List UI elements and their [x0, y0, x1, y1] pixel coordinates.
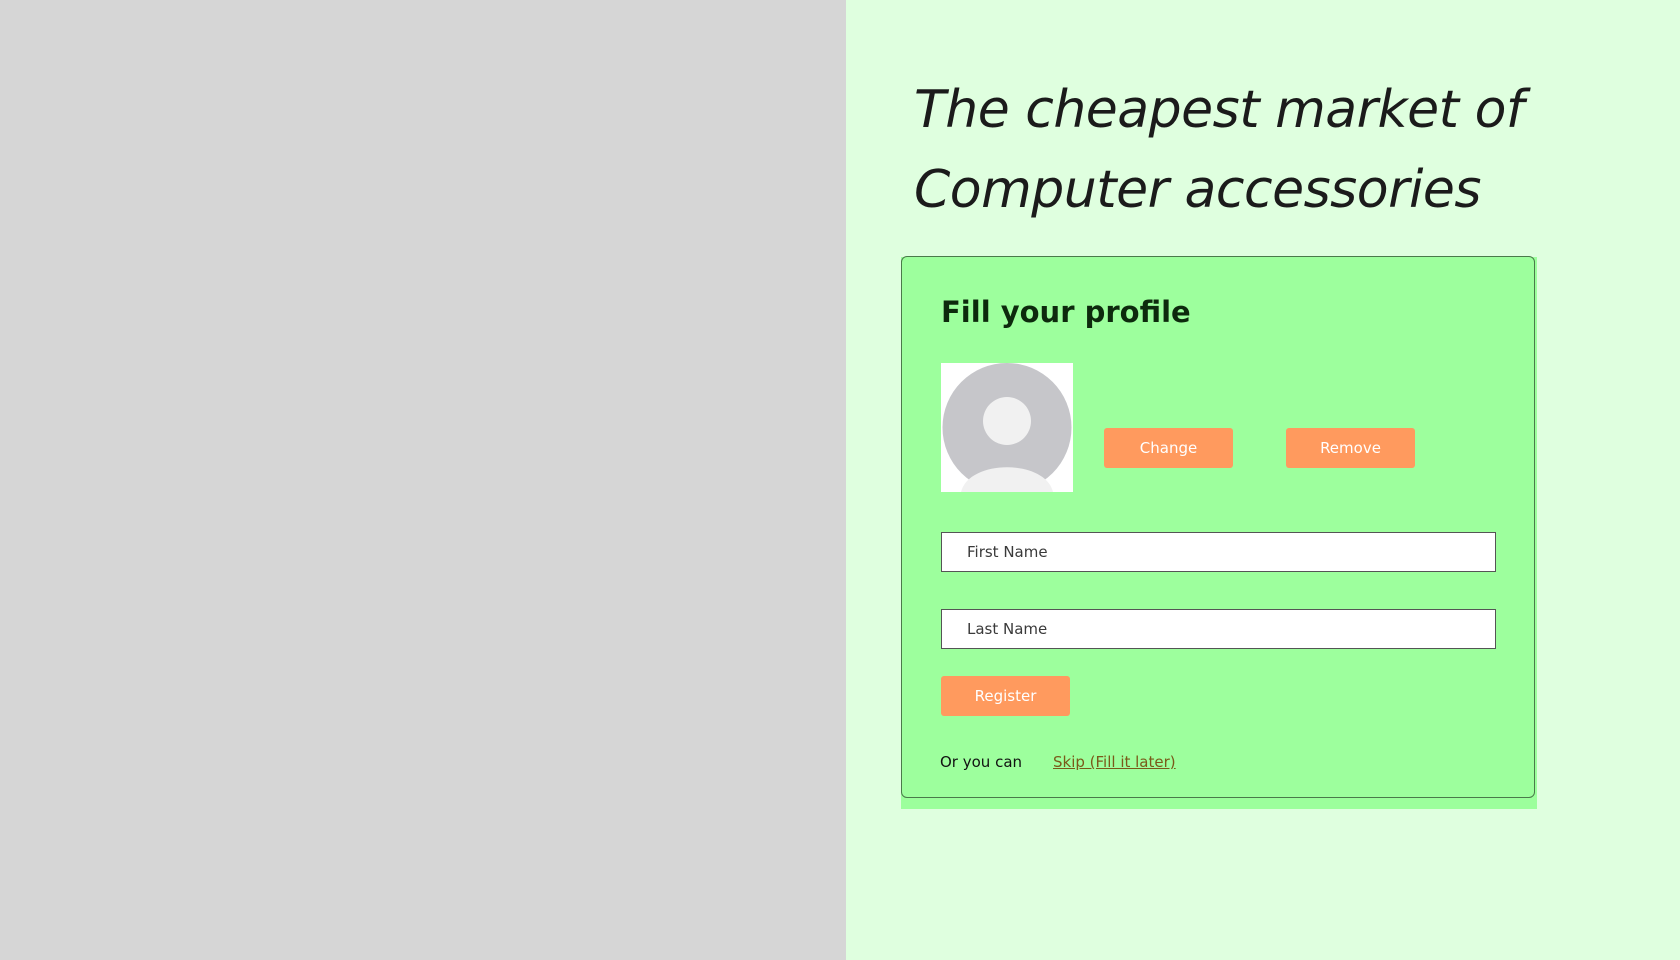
- change-avatar-button[interactable]: Change: [1104, 428, 1233, 468]
- hero-headline: The cheapest market of Computer accessor…: [914, 70, 1654, 230]
- hero-headline-line1: The cheapest market of: [914, 80, 1524, 140]
- profile-form-title: Fill your profile: [941, 295, 1191, 329]
- register-button[interactable]: Register: [941, 676, 1070, 716]
- first-name-input[interactable]: [941, 532, 1496, 572]
- avatar: [941, 363, 1073, 492]
- left-panel: [0, 0, 846, 960]
- right-panel: The cheapest market of Computer accessor…: [846, 0, 1680, 960]
- skip-link[interactable]: Skip (Fill it later): [1053, 753, 1176, 771]
- alternative-text: Or you can: [940, 753, 1023, 771]
- default-user-avatar-icon: [942, 363, 1072, 492]
- hero-headline-line2: Computer accessories: [914, 160, 1481, 220]
- last-name-input[interactable]: [941, 609, 1496, 649]
- profile-form-card: Fill your profile Change Remove Register…: [901, 256, 1535, 798]
- page: The cheapest market of Computer accessor…: [0, 0, 1680, 960]
- remove-avatar-button[interactable]: Remove: [1286, 428, 1415, 468]
